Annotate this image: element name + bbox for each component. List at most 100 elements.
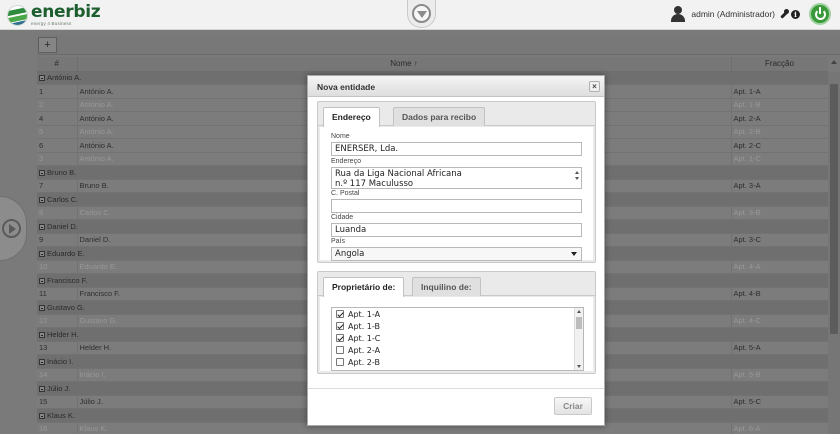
group-label: Eduardo E.: [47, 248, 85, 258]
list-item[interactable]: Apt. 2-A: [332, 344, 583, 356]
collapse-icon[interactable]: [39, 169, 45, 176]
info-icon[interactable]: i: [791, 9, 800, 19]
wrench-icon[interactable]: [780, 8, 789, 19]
create-button[interactable]: Criar: [554, 397, 592, 415]
cell-number: 11: [37, 287, 78, 301]
cell-fraccao: Apt. 1-C: [731, 152, 828, 166]
tab-endereco[interactable]: Endereço: [323, 107, 380, 127]
table-scrollbar[interactable]: [828, 72, 840, 434]
dialog-footer: Criar: [308, 388, 604, 425]
scroll-up-icon[interactable]: [831, 60, 837, 64]
cell-fraccao: Apt. 2-B: [731, 125, 828, 139]
cell-number: 4: [37, 111, 78, 126]
cell-fraccao: Apt. 6-A: [731, 422, 828, 434]
group-label: Klaus K.: [47, 410, 75, 420]
list-item[interactable]: Apt. 1-B: [332, 320, 583, 332]
collapse-icon[interactable]: [39, 304, 45, 311]
address-form: Nome ENERSER, Lda. Endereço Rua da Liga …: [320, 127, 593, 261]
unit-label: Apt. 2-B: [348, 357, 380, 367]
group-label: Daniel D.: [47, 221, 78, 231]
unit-label: Apt. 1-A: [348, 309, 381, 319]
cell-fraccao: Apt. 5-C: [731, 395, 828, 409]
grid-toolbar: +: [37, 35, 840, 55]
col-number[interactable]: #: [37, 57, 78, 72]
col-fraccao[interactable]: Fracção: [731, 57, 828, 72]
list-item[interactable]: Apt. 1-C: [332, 332, 583, 344]
tab-dados-recibo[interactable]: Dados para recibo: [393, 107, 486, 126]
tab-proprietario[interactable]: Proprietário de:: [323, 277, 405, 297]
nome-field[interactable]: ENERSER, Lda.: [331, 142, 582, 156]
units-body: Apt. 1-A Apt. 1-B Apt. 1-C Apt. 2-A Apt. 2-B: [320, 297, 593, 371]
scroll-up-icon[interactable]: [577, 310, 581, 313]
cell-number: 1: [37, 84, 78, 99]
close-button[interactable]: ×: [589, 81, 600, 92]
group-label: Helder H.: [47, 329, 79, 339]
cell-fraccao: Apt. 4-C: [731, 314, 828, 328]
unit-label: Apt. 1-C: [348, 333, 381, 343]
logo-name: enerbiz: [31, 2, 101, 22]
collapse-icon[interactable]: [39, 196, 45, 203]
unit-label: Apt. 2-A: [348, 345, 381, 355]
collapse-icon[interactable]: [39, 358, 45, 365]
cell-number: 16: [37, 422, 78, 434]
cell-fraccao: Apt. 4-B: [731, 287, 828, 301]
collapse-icon[interactable]: [39, 250, 45, 257]
collapse-toggle[interactable]: [407, 0, 436, 28]
col-nome[interactable]: Nome ↑: [77, 57, 732, 72]
unit-checkbox[interactable]: [336, 322, 344, 330]
collapse-icon[interactable]: [39, 75, 45, 82]
collapse-icon[interactable]: [39, 331, 45, 338]
app-logo[interactable]: enerbiz energy 4 Business: [7, 2, 101, 26]
cell-fraccao: Apt. 3-C: [731, 233, 828, 247]
group-label: Júlio J.: [47, 383, 71, 393]
cell-number: 5: [37, 125, 78, 139]
cell-number: 14: [37, 368, 78, 382]
logout-button[interactable]: [809, 3, 831, 25]
cell-number: 15: [37, 395, 78, 409]
units-list: Apt. 1-A Apt. 1-B Apt. 1-C Apt. 2-A Apt. 2-B: [331, 307, 584, 371]
address-panel: Endereço Dados para recibo Nome ENERSER,…: [317, 101, 596, 263]
address-tabs: Endereço Dados para recibo: [318, 102, 595, 127]
chevron-down-icon: [571, 252, 577, 256]
cell-number: 6: [37, 138, 78, 153]
textarea-resize-icon[interactable]: [575, 170, 580, 188]
top-bar: enerbiz energy 4 Business admin (Adminis…: [0, 0, 840, 30]
list-scrollbar[interactable]: [574, 308, 583, 370]
list-item[interactable]: Apt. 1-A: [332, 308, 583, 320]
nome-label: Nome: [331, 133, 350, 140]
add-button[interactable]: +: [38, 37, 57, 53]
cell-number: 9: [37, 233, 78, 247]
endereco-line-2: n.º 117 Maculusso: [335, 179, 414, 189]
cell-number: 2: [37, 98, 78, 112]
group-label: António A.: [47, 73, 82, 83]
cell-fraccao: Apt. 1-A: [731, 84, 828, 99]
group-label: Inácio I.: [47, 356, 74, 366]
collapse-icon[interactable]: [39, 223, 45, 230]
play-icon: [2, 219, 21, 238]
unit-checkbox[interactable]: [336, 358, 344, 366]
endereco-line-1: Rua da Liga Nacional Africana: [335, 169, 462, 179]
collapse-icon[interactable]: [39, 277, 45, 284]
cell-fraccao: Apt. 1-B: [731, 98, 828, 112]
unit-checkbox[interactable]: [336, 310, 344, 318]
user-icon: [671, 6, 686, 22]
pais-label: País: [331, 238, 346, 245]
table-header: # Nome ↑ Fracção: [37, 57, 828, 72]
unit-checkbox[interactable]: [336, 334, 344, 342]
cell-number: 7: [37, 179, 78, 193]
chevron-down-icon: [412, 4, 431, 23]
pais-select[interactable]: Angola: [331, 247, 582, 261]
group-label: Bruno B.: [47, 167, 77, 177]
unit-checkbox[interactable]: [336, 346, 344, 354]
tab-inquilino[interactable]: Inquilino de:: [412, 277, 481, 296]
scroll-down-icon[interactable]: [577, 365, 581, 368]
collapse-icon[interactable]: [39, 385, 45, 392]
cell-number: 10: [37, 260, 78, 274]
list-item[interactable]: Apt. 2-B: [332, 356, 583, 368]
pais-value: Angola: [335, 249, 365, 259]
endereco-field[interactable]: Rua da Liga Nacional Africana n.º 117 Ma…: [331, 167, 582, 189]
side-panel-toggle[interactable]: [0, 196, 27, 261]
cidade-field[interactable]: Luanda: [331, 223, 582, 237]
collapse-icon[interactable]: [39, 412, 45, 419]
cpostal-field[interactable]: [331, 199, 582, 213]
